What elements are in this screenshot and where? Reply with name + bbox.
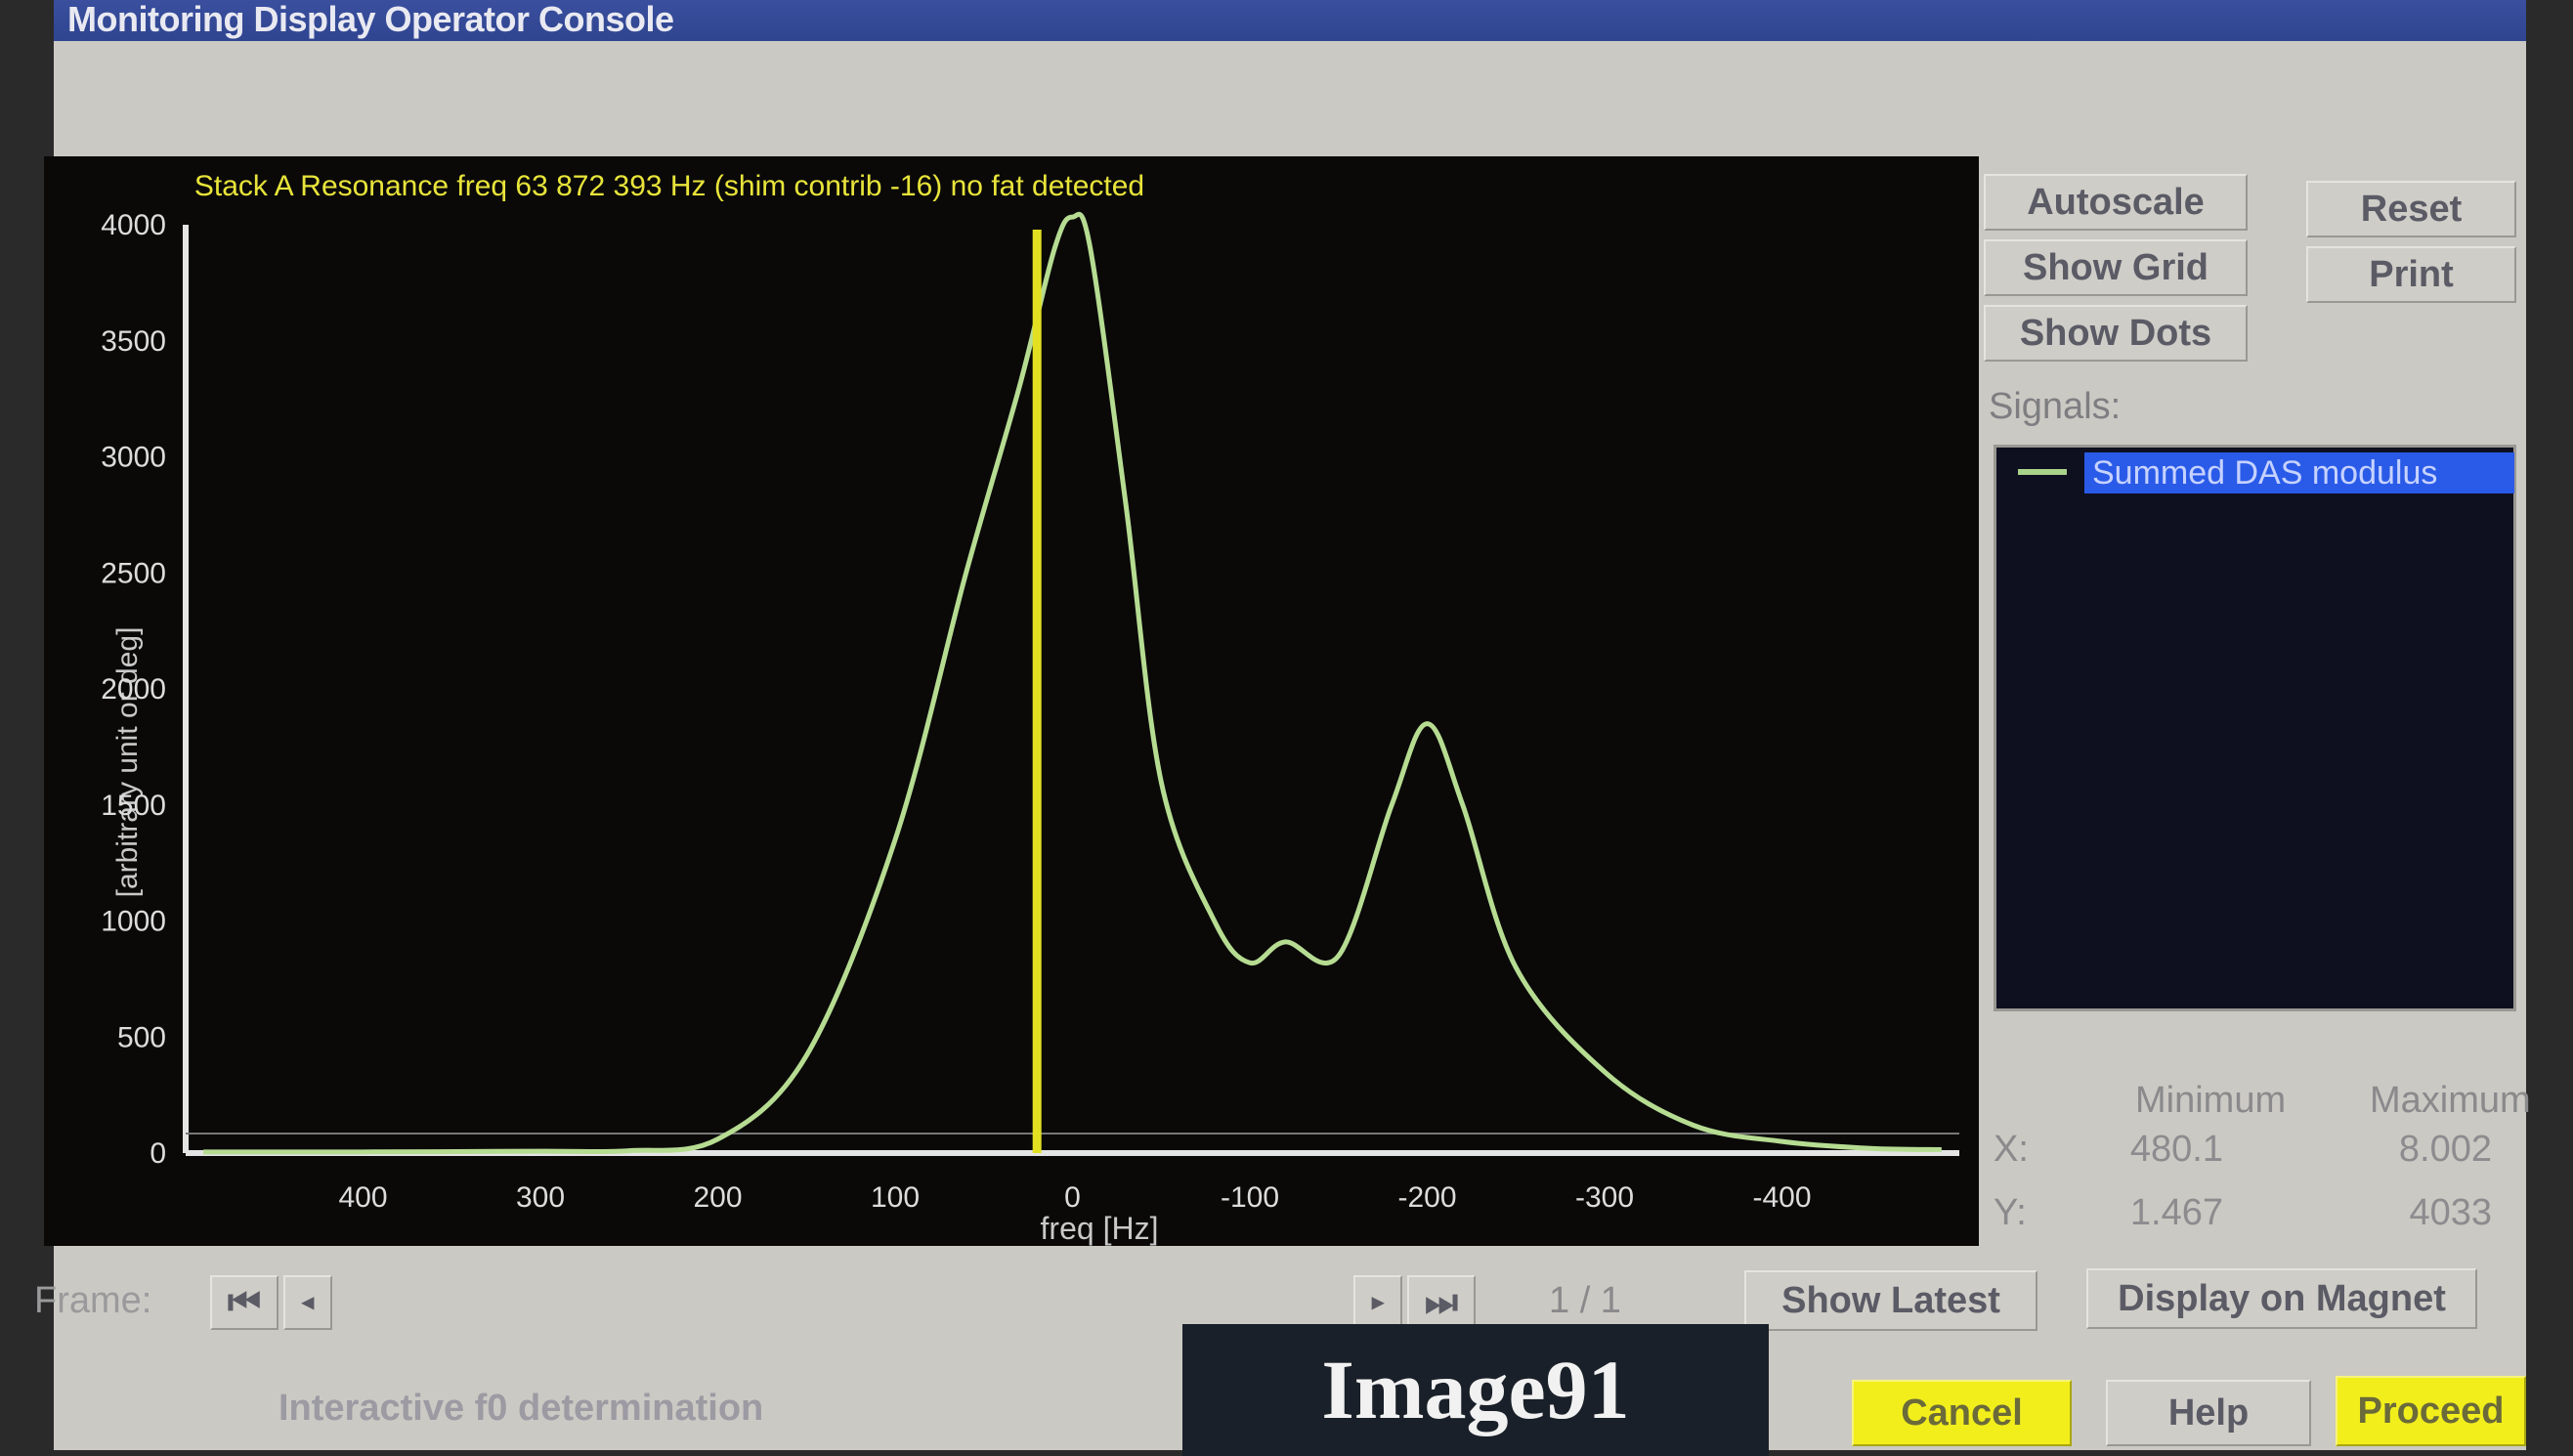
signals-list[interactable]: Summed DAS modulus — [1994, 445, 2516, 1011]
spectrum-plot: Stack A Resonance freq 63 872 393 Hz (sh… — [44, 156, 1979, 1246]
x-tick-label: 300 — [516, 1181, 565, 1214]
operator-console-window: Monitoring Display Operator Console Stac… — [34, 0, 2531, 1456]
show-grid-button[interactable]: Show Grid — [1984, 239, 2248, 296]
x-tick-label: -100 — [1221, 1181, 1279, 1214]
y-axis-label: [arbitrary unit or deg] — [111, 627, 144, 898]
maximum-header: Maximum — [2370, 1080, 2531, 1121]
chart-title: Stack A Resonance freq 63 872 393 Hz (sh… — [194, 170, 1144, 202]
display-on-magnet-button[interactable]: Display on Magnet — [2086, 1268, 2477, 1329]
minimum-header: Minimum — [2135, 1080, 2287, 1121]
frame-counter: 1 / 1 — [1549, 1280, 1621, 1321]
print-button[interactable]: Print — [2306, 246, 2516, 303]
y-tick-label: 1000 — [101, 906, 166, 938]
autoscale-button[interactable]: Autoscale — [1984, 174, 2248, 231]
x-max-value: 8.002 — [2398, 1129, 2492, 1170]
series-line — [203, 211, 1942, 1155]
show-dots-button[interactable]: Show Dots — [1984, 305, 2248, 362]
y-tick-label: 3000 — [101, 442, 166, 474]
y-tick-label: 3500 — [101, 325, 166, 358]
y-tick-label: 0 — [150, 1137, 166, 1170]
y-tick-label: 4000 — [101, 209, 166, 241]
y-tick-label: 500 — [117, 1021, 166, 1053]
x-axis-label: freq [Hz] — [1041, 1211, 1159, 1246]
help-button[interactable]: Help — [2106, 1380, 2311, 1446]
window-title: Monitoring Display Operator Console — [54, 0, 2526, 41]
x-min-value: 480.1 — [2129, 1129, 2223, 1170]
status-text: Interactive f0 determination — [279, 1388, 764, 1429]
signal-item-summed-das-modulus[interactable]: Summed DAS modulus — [2084, 452, 2514, 493]
x-tick-label: -200 — [1397, 1181, 1456, 1214]
x-tick-label: 400 — [338, 1181, 387, 1214]
x-tick-label: 100 — [871, 1181, 920, 1214]
y-tick-label: 2500 — [101, 557, 166, 589]
x-tick-label: -300 — [1575, 1181, 1634, 1214]
signals-label: Signals: — [1989, 386, 2122, 427]
spectrum-chart: Stack A Resonance freq 63 872 393 Hz (sh… — [101, 170, 1959, 1246]
image-label: Image91 — [1182, 1324, 1769, 1456]
skip-forward-icon[interactable]: ⏭ — [1407, 1275, 1476, 1330]
step-forward-icon[interactable]: ▸ — [1353, 1275, 1402, 1330]
x-tick-label: 0 — [1064, 1181, 1081, 1214]
signal-color-swatch — [2018, 469, 2067, 475]
stats-y-label: Y: — [1994, 1192, 2027, 1233]
y-max-value: 4033 — [2409, 1192, 2492, 1233]
skip-back-icon[interactable]: ⏮ — [210, 1275, 279, 1330]
x-tick-label: -400 — [1752, 1181, 1811, 1214]
cancel-button[interactable]: Cancel — [1852, 1380, 2072, 1446]
y-tick-label: 1500 — [101, 790, 166, 822]
y-min-value: 1.467 — [2129, 1192, 2223, 1233]
step-back-icon[interactable]: ◂ — [283, 1275, 332, 1330]
y-tick-label: 2000 — [101, 673, 166, 706]
stats-x-label: X: — [1994, 1129, 2029, 1170]
frame-label: Frame: — [34, 1280, 152, 1321]
proceed-button[interactable]: Proceed — [2336, 1376, 2526, 1446]
x-tick-label: 200 — [693, 1181, 742, 1214]
reset-button[interactable]: Reset — [2306, 181, 2516, 237]
show-latest-button[interactable]: Show Latest — [1744, 1270, 2037, 1331]
